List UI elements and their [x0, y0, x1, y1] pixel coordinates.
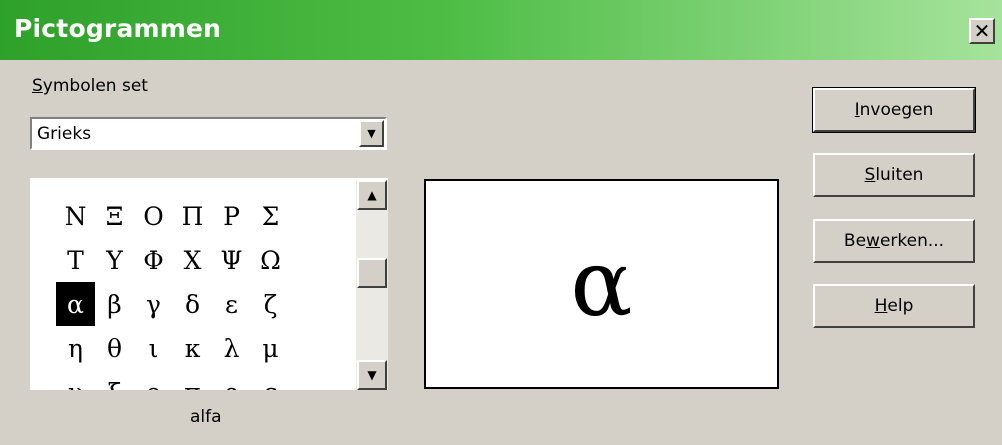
- symbol-cell[interactable]: Ω: [251, 238, 290, 282]
- symbol-cell[interactable]: α: [56, 282, 95, 326]
- scroll-up-button[interactable]: ▲: [357, 180, 387, 210]
- symbol-cell[interactable]: ι: [134, 326, 173, 370]
- symbol-cell[interactable]: ζ: [251, 282, 290, 326]
- symbol-cell[interactable]: Υ: [95, 238, 134, 282]
- help-button-label: Help: [874, 296, 914, 316]
- symbol-set-label: Symbolen set: [32, 76, 148, 96]
- symbol-set-label-mnemonic: S: [32, 76, 43, 96]
- symbol-cell[interactable]: μ: [251, 326, 290, 370]
- arrow-down-icon: ▼: [367, 368, 377, 382]
- symbol-cell[interactable]: Χ: [173, 238, 212, 282]
- scroll-thumb[interactable]: [357, 258, 387, 288]
- edit-button-label: Bewerken...: [843, 231, 945, 251]
- symbol-cell[interactable]: λ: [212, 326, 251, 370]
- symbol-cell[interactable]: π: [173, 370, 212, 391]
- chevron-down-icon: ▼: [367, 127, 376, 140]
- insert-button[interactable]: Invoegen: [812, 87, 976, 133]
- symbol-cell[interactable]: ξ: [95, 370, 134, 391]
- edit-button[interactable]: Bewerken...: [813, 219, 975, 263]
- symbol-cell[interactable]: Ψ: [212, 238, 251, 282]
- symbol-cell[interactable]: Π: [173, 194, 212, 238]
- close-icon: ✕: [973, 19, 991, 43]
- symbol-grid[interactable]: ΝΞΟΠΡΣ ΤΥΦΧΨΩαβγδεζ ηθικλμ νξοπρς: [56, 194, 290, 390]
- symbol-set-dropdown[interactable]: Grieks ▼: [30, 117, 387, 150]
- close-dialog-button[interactable]: Sluiten: [813, 153, 975, 197]
- symbol-cell[interactable]: β: [95, 282, 134, 326]
- symbol-cell[interactable]: Ν: [56, 194, 95, 238]
- symbol-cell[interactable]: κ: [173, 326, 212, 370]
- close-button[interactable]: ✕: [969, 18, 995, 44]
- symbol-cell[interactable]: ο: [134, 370, 173, 391]
- dropdown-button[interactable]: ▼: [359, 120, 384, 147]
- symbol-cell[interactable]: Σ: [251, 194, 290, 238]
- scroll-down-button[interactable]: ▼: [357, 360, 387, 390]
- symbol-cell[interactable]: ρ: [212, 370, 251, 391]
- close-dialog-button-label: Sluiten: [864, 165, 924, 185]
- symbol-cell[interactable]: δ: [173, 282, 212, 326]
- symbol-cell[interactable]: η: [56, 326, 95, 370]
- symbol-cell[interactable]: Ο: [134, 194, 173, 238]
- symbol-cell[interactable]: Τ: [56, 238, 95, 282]
- symbol-set-value: Grieks: [37, 124, 92, 144]
- symbol-cell[interactable]: γ: [134, 282, 173, 326]
- symbol-grid-scrollbar[interactable]: ▲ ▼: [356, 180, 388, 390]
- symbol-cell[interactable]: Φ: [134, 238, 173, 282]
- symbol-cell[interactable]: Ξ: [95, 194, 134, 238]
- symbol-grid-panel[interactable]: ΝΞΟΠΡΣ ΤΥΦΧΨΩαβγδεζ ηθικλμ νξοπρς: [30, 178, 388, 390]
- selected-symbol-name: alfa: [190, 407, 222, 427]
- symbol-cell[interactable]: ν: [56, 370, 95, 391]
- preview-symbol: α: [570, 230, 633, 337]
- arrow-up-icon: ▲: [367, 188, 377, 202]
- symbol-cell[interactable]: ς: [251, 370, 290, 391]
- help-button[interactable]: Help: [813, 284, 975, 328]
- title-bar[interactable]: Pictogrammen ✕: [0, 0, 1002, 60]
- insert-button-label: Invoegen: [854, 100, 934, 120]
- symbol-set-label-rest: ymbolen set: [42, 76, 148, 96]
- symbol-cell[interactable]: θ: [95, 326, 134, 370]
- window-title: Pictogrammen: [14, 14, 222, 43]
- symbol-cell[interactable]: ε: [212, 282, 251, 326]
- symbol-cell[interactable]: Ρ: [212, 194, 251, 238]
- symbol-preview: α: [424, 179, 779, 389]
